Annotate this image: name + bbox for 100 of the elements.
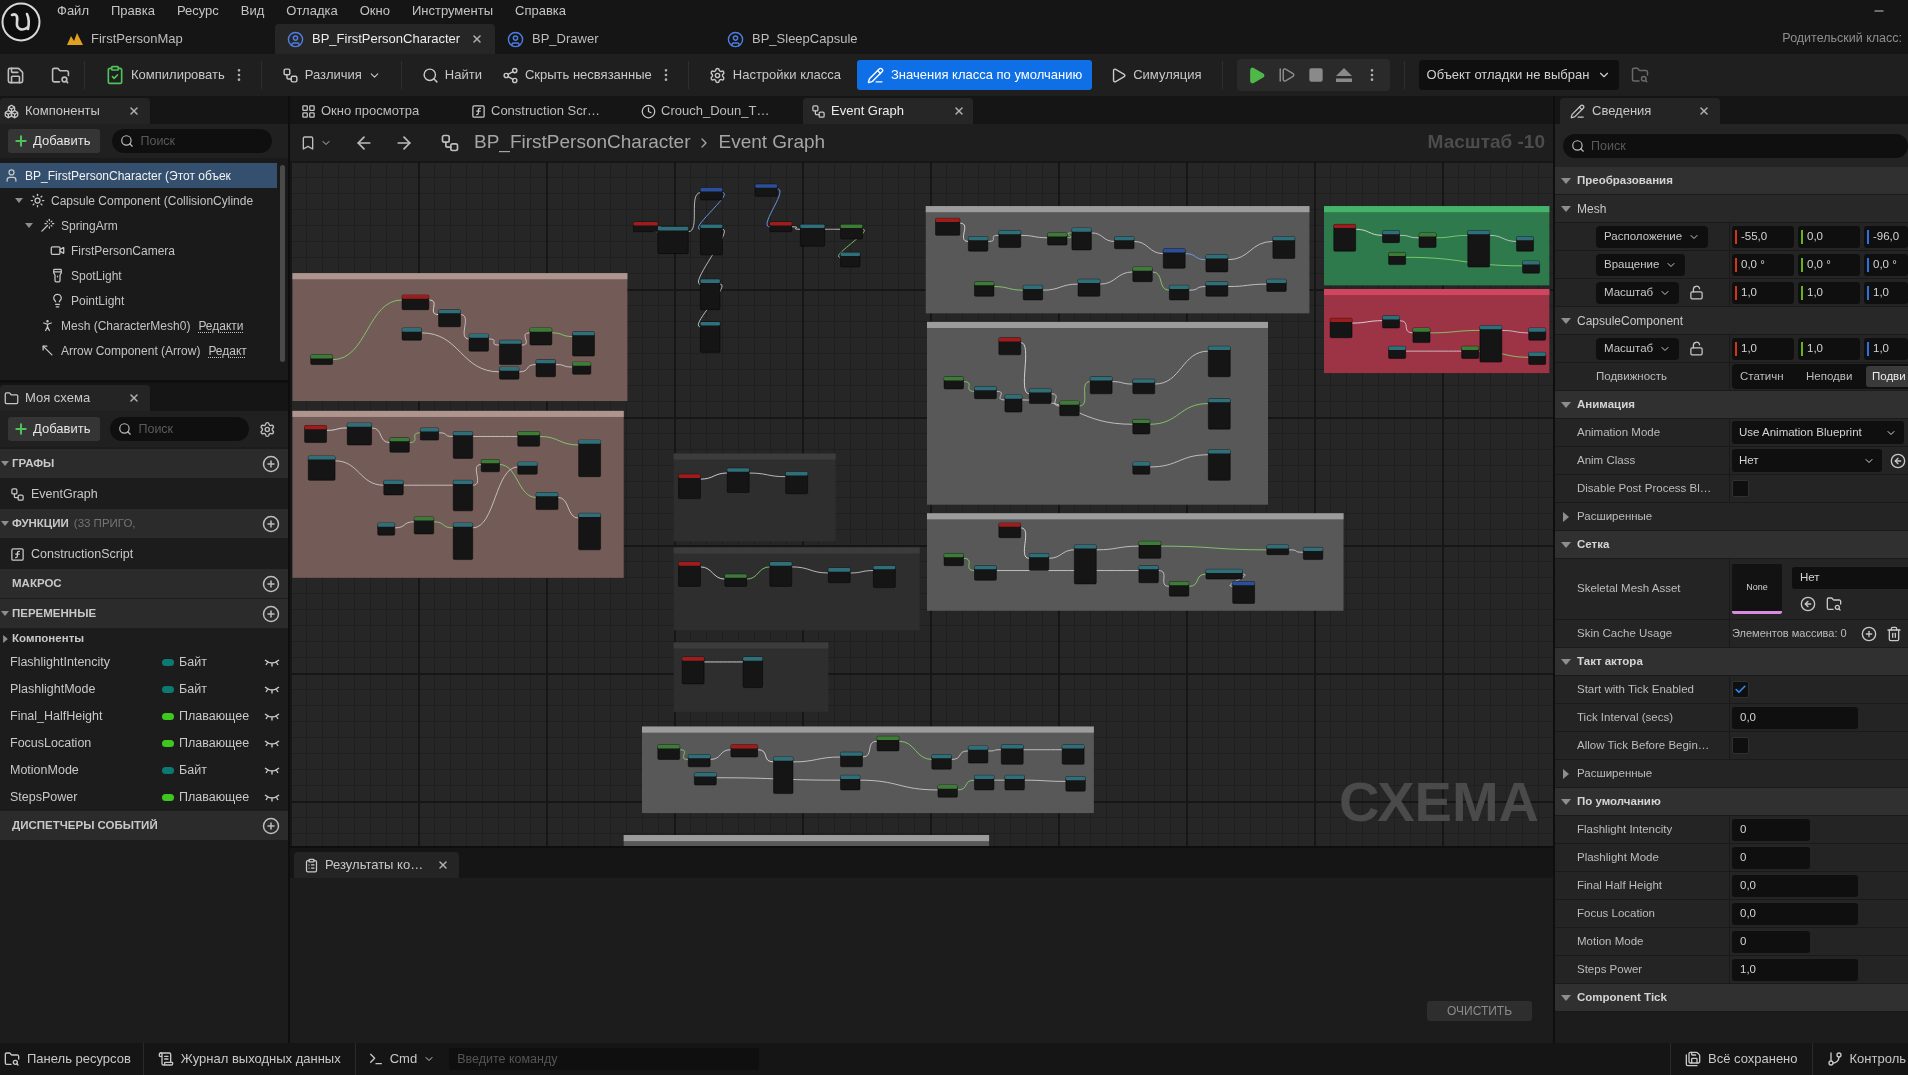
number-field[interactable]: 1,0 <box>1798 337 1860 360</box>
search-field[interactable]: Поиск <box>1563 133 1908 158</box>
add-icon[interactable] <box>262 604 280 623</box>
tree-item[interactable]: SpringArm <box>0 213 277 238</box>
add-icon[interactable] <box>262 816 280 835</box>
tree-item[interactable]: PointLight <box>0 288 277 313</box>
menu-item[interactable]: Справка <box>515 1 566 21</box>
variable-name[interactable]: StepsPower <box>10 788 162 807</box>
section-title[interactable]: Такт актора <box>1577 652 1643 671</box>
closed-eye-icon[interactable] <box>264 658 280 667</box>
content-drawer-button[interactable]: Панель ресурсов <box>0 1043 143 1075</box>
expanded-arrow-icon[interactable] <box>1 611 9 616</box>
menu-item[interactable]: Окно <box>359 1 390 21</box>
variable-name[interactable]: PlashlightMode <box>10 680 162 699</box>
tree-item[interactable]: Mesh (CharacterMesh0) Редакти <box>0 313 277 338</box>
tree-item[interactable]: Arrow Component (Arrow) Редакт <box>0 338 277 363</box>
variable-name[interactable]: MotionMode <box>10 761 162 780</box>
find-button[interactable]: Найти <box>415 59 488 91</box>
section-title[interactable]: ГРАФЫ <box>12 454 55 473</box>
expanded-arrow-icon[interactable] <box>25 223 33 228</box>
expanded-arrow-icon[interactable] <box>15 198 23 203</box>
command-field[interactable]: Введите команду <box>449 1048 760 1070</box>
editor-tab[interactable]: Окно просмотра <box>293 98 463 124</box>
trash-icon[interactable] <box>1886 625 1902 642</box>
hide-unrelated-button[interactable]: Скрыть несвязанные <box>495 59 658 91</box>
editor-tab[interactable]: Event Graph <box>803 98 973 124</box>
expanded-arrow-icon[interactable] <box>1 521 9 526</box>
menu-item[interactable]: Инструменты <box>411 1 493 21</box>
section-title[interactable]: МАКРОС <box>12 574 62 593</box>
menu-item[interactable]: Ресурс <box>176 1 219 21</box>
tree-item[interactable]: BP_FirstPersonCharacter (Этот объек <box>0 163 277 188</box>
segment-option[interactable]: Подви <box>1866 366 1908 387</box>
closed-eye-icon[interactable] <box>264 739 280 748</box>
edit-link[interactable]: Редакти <box>198 316 244 335</box>
variable-name[interactable]: FlashlightIntencity <box>10 653 162 672</box>
expanded-arrow-icon[interactable] <box>1561 401 1571 408</box>
checkbox[interactable] <box>1732 681 1749 698</box>
class-defaults-button[interactable]: Значения класса по умолчанию <box>857 60 1093 90</box>
diff-button[interactable]: Различия <box>275 59 387 91</box>
value-field[interactable]: 0,0 <box>1732 902 1858 925</box>
bookmark-icon[interactable] <box>300 134 316 151</box>
expanded-arrow-icon[interactable] <box>1561 205 1571 212</box>
expanded-arrow-icon[interactable] <box>1561 177 1571 184</box>
add-icon[interactable] <box>262 574 280 593</box>
graph-item[interactable]: EventGraph <box>31 484 98 504</box>
number-field[interactable]: 0,0 ° <box>1864 253 1908 276</box>
expanded-arrow-icon[interactable] <box>1 461 9 466</box>
subcategory-label[interactable]: Расширенные <box>1577 764 1653 783</box>
section-title[interactable]: ПЕРЕМЕННЫЕ <box>12 604 97 623</box>
add-icon[interactable] <box>262 454 280 473</box>
close-icon[interactable] <box>128 105 140 117</box>
menu-item[interactable]: Отладка <box>286 1 338 21</box>
value-field[interactable]: 0 <box>1732 846 1810 869</box>
folder-search-icon[interactable] <box>1826 595 1842 612</box>
value-field[interactable]: 0 <box>1732 818 1810 841</box>
transform-mode-dropdown[interactable]: Масштаб <box>1596 337 1680 360</box>
checkbox[interactable] <box>1732 480 1749 497</box>
section-title[interactable]: Сетка <box>1577 535 1610 554</box>
panel-tab[interactable]: Компоненты <box>0 98 150 124</box>
document-tab[interactable]: BP_SleepCapsule <box>715 24 935 54</box>
document-tab[interactable]: FirstPersonMap <box>55 24 275 54</box>
transform-mode-dropdown[interactable]: Расположение <box>1596 225 1709 248</box>
edit-link[interactable]: Редакт <box>208 341 247 360</box>
source-control-button[interactable]: Контроль <box>1812 1043 1908 1075</box>
mobility-toggle[interactable]: Статичн Неподви Подви <box>1732 364 1908 389</box>
number-field[interactable]: 0,0 <box>1798 225 1860 248</box>
panel-tab[interactable]: Моя схема <box>0 385 150 411</box>
console-dropdown[interactable]: Cmd <box>355 1043 444 1075</box>
eject-icon[interactable] <box>1335 68 1352 82</box>
scrollbar-thumb[interactable] <box>280 165 285 362</box>
segment-option[interactable]: Неподви <box>1800 366 1866 387</box>
expanded-arrow-icon[interactable] <box>1561 994 1571 1001</box>
closed-eye-icon[interactable] <box>264 793 280 802</box>
transform-mode-dropdown[interactable]: Масштаб <box>1596 281 1680 304</box>
folder-search-icon[interactable] <box>51 65 70 85</box>
save-icon[interactable] <box>6 65 25 85</box>
number-field[interactable]: -96,0 <box>1864 225 1908 248</box>
number-field[interactable]: 0,0 ° <box>1798 253 1860 276</box>
value-field[interactable]: 0,0 <box>1732 706 1858 729</box>
section-title[interactable]: Component Tick <box>1577 988 1667 1007</box>
variable-name[interactable]: FocusLocation <box>10 734 162 753</box>
logo-icon[interactable] <box>1 2 41 42</box>
class-settings-button[interactable]: Настройки класса <box>702 60 847 90</box>
breadcrumb-item[interactable]: Event Graph <box>718 128 826 157</box>
unlocked-icon[interactable] <box>1689 285 1705 300</box>
dropdown[interactable]: Use Animation Blueprint <box>1732 421 1904 444</box>
close-icon[interactable] <box>437 859 449 871</box>
section-title[interactable]: Анимация <box>1577 395 1635 414</box>
tree-item[interactable]: SpotLight <box>0 263 277 288</box>
output-log-button[interactable]: Журнал выходных данных <box>143 1043 355 1075</box>
collapsed-arrow-icon[interactable] <box>1563 768 1569 779</box>
panel-tab[interactable]: Сведения <box>1560 98 1720 124</box>
add-button[interactable]: Добавить <box>8 417 101 441</box>
expanded-arrow-icon[interactable] <box>1561 541 1571 548</box>
group-title[interactable]: Mesh <box>1577 199 1607 218</box>
search-field[interactable]: Поиск <box>110 417 250 441</box>
number-field[interactable]: 0,0 ° <box>1732 253 1794 276</box>
save-status-button[interactable]: Всё сохранено <box>1671 1043 1812 1075</box>
use-selected-icon[interactable] <box>1890 452 1906 469</box>
number-field[interactable]: 1,0 <box>1732 337 1794 360</box>
